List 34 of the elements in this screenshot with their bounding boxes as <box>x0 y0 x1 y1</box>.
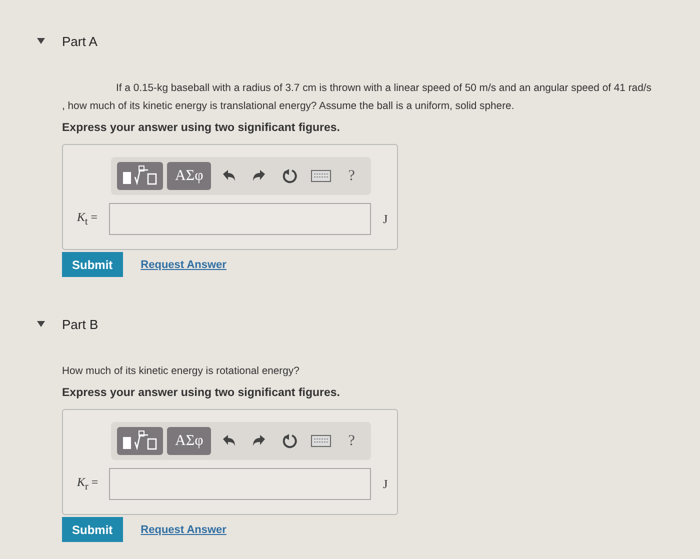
part-title: Part A <box>62 34 98 48</box>
template-icon <box>121 165 159 187</box>
request-answer-link[interactable]: Request Answer <box>140 524 226 536</box>
instruction-text: Express your answer using two significant figures. <box>62 387 341 399</box>
collapse-caret-icon[interactable] <box>36 37 46 45</box>
redo-icon <box>252 169 266 183</box>
unit-label: J <box>383 212 388 226</box>
request-answer-link[interactable]: Request Answer <box>140 258 226 270</box>
part-title: Part B <box>62 316 98 332</box>
help-button[interactable]: ? <box>338 427 365 455</box>
keyboard-icon <box>310 170 331 182</box>
greek-letters-button[interactable]: ΑΣφ <box>167 427 212 455</box>
greek-letters-button[interactable]: ΑΣφ <box>167 162 212 190</box>
reset-icon <box>282 433 298 449</box>
answer-field[interactable] <box>109 203 371 235</box>
template-icon <box>121 430 159 452</box>
redo-icon <box>252 434 266 448</box>
question-text: If a 0.15-kg baseball with a radius of 3.7 cm is thrown with a linear speed of 50 m/s and an angular speed of 41 rad/s , how much of its kinetic energy is translational energy? Assume the ball is a uniform, solid sphere. <box>62 82 652 114</box>
collapse-caret-icon[interactable] <box>36 320 46 328</box>
undo-icon <box>222 169 236 183</box>
answer-label: K$_{t}$ = <box>77 210 99 228</box>
templates-button[interactable] <box>117 427 163 455</box>
instruction-text: Express your answer using two significant figures. <box>62 122 341 134</box>
submit-button[interactable]: Submit <box>62 252 123 277</box>
help-button[interactable]: ? <box>338 162 365 190</box>
submit-button[interactable]: Submit <box>62 517 123 542</box>
question-text: How much of its kinetic energy is rotational energy? <box>62 365 300 379</box>
reset-icon <box>282 168 298 184</box>
answer-field[interactable] <box>109 468 371 500</box>
answer-label: K$_{r}$ = <box>77 475 100 493</box>
templates-button[interactable] <box>117 162 163 190</box>
unit-label: J <box>383 476 388 492</box>
undo-icon <box>222 434 236 448</box>
keyboard-icon <box>310 435 331 447</box>
